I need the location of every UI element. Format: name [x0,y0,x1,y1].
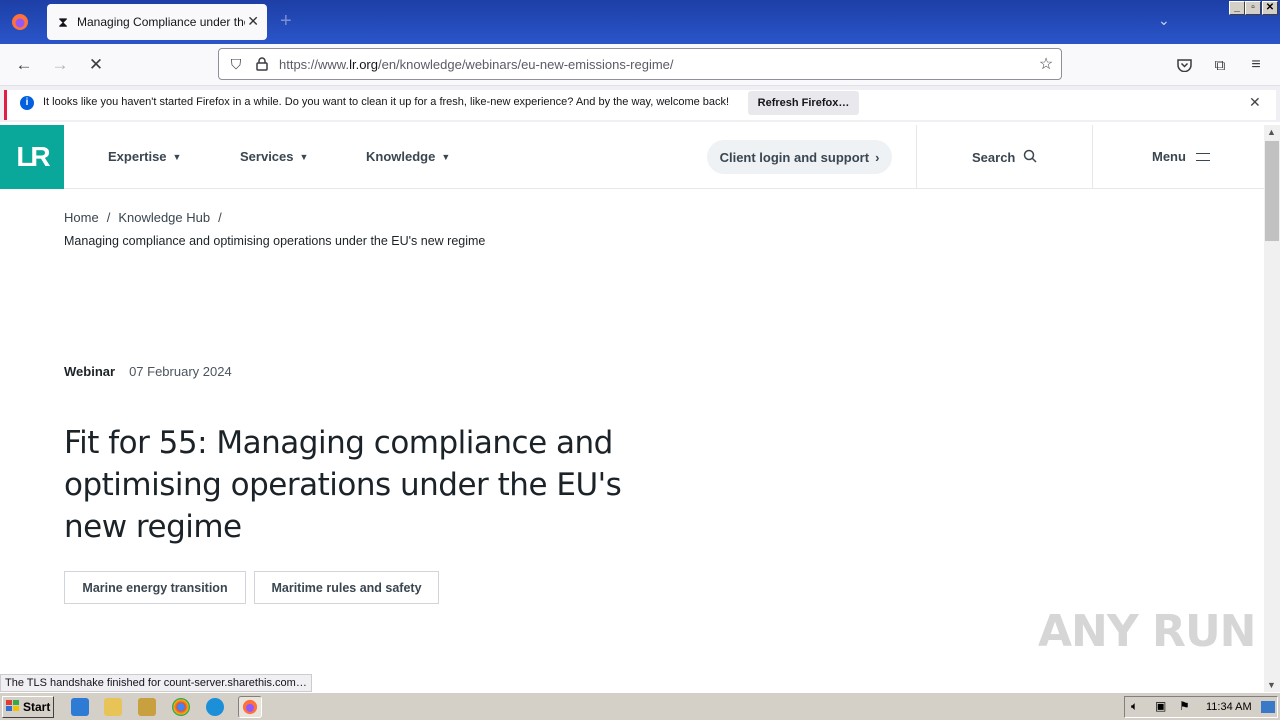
firefox-taskbar-button[interactable] [238,696,262,718]
info-icon: i [20,96,34,110]
minimize-button[interactable]: _ [1229,1,1245,15]
breadcrumb: Home / Knowledge Hub / [64,210,230,225]
nav-services[interactable]: Services ▼ [240,149,308,164]
search-button[interactable]: Search [972,149,1037,166]
media-player-icon[interactable] [138,698,156,716]
volume-icon[interactable]: 🔈︎ [1131,699,1138,714]
url-text: https://www.lr.org/en/knowledge/webinars… [279,57,674,72]
chrome-icon[interactable] [172,698,190,716]
nav-knowledge[interactable]: Knowledge ▼ [366,149,450,164]
breadcrumb-knowledge-hub[interactable]: Knowledge Hub [118,210,210,225]
tag-maritime-rules-and-safety[interactable]: Maritime rules and safety [254,571,439,604]
windows-taskbar: Start 🔈︎ ▣ ⚑ 11:34 AM [0,692,1280,720]
scrollbar-thumb[interactable] [1265,141,1279,241]
search-icon [1023,149,1037,166]
hamburger-icon [1195,152,1210,161]
close-icon[interactable]: ✕ [1249,94,1261,111]
stop-loading-icon[interactable]: ✕ [83,52,109,78]
breadcrumb-separator: / [106,210,111,225]
network-icon[interactable]: ▣ [1155,699,1166,713]
clock: 11:34 AM [1206,701,1252,713]
notification-bar: i It looks like you haven't started Fire… [0,86,1280,122]
ie-icon[interactable] [71,698,89,716]
refresh-firefox-button[interactable]: Refresh Firefox… [748,91,859,115]
maximize-button[interactable]: ▫ [1245,1,1261,15]
tag-marine-energy-transition[interactable]: Marine energy transition [64,571,246,604]
browser-navbar: ← → ✕ ⛉ https://www.lr.org/en/knowledge/… [0,44,1280,86]
hourglass-icon: ⧗ [58,13,68,30]
tab-close-icon[interactable]: ✕ [247,13,259,30]
chevron-down-icon: ▼ [172,151,182,162]
url-bar[interactable]: ⛉ https://www.lr.org/en/knowledge/webina… [218,48,1062,80]
notification-text: It looks like you haven't started Firefo… [43,96,730,108]
tab-active[interactable]: ⧗ Managing Compliance under the EU ✕ [47,4,267,40]
firefox-menu-icon[interactable] [6,8,34,36]
forward-arrow-icon[interactable]: → [47,52,73,78]
divider [1092,125,1093,189]
divider [916,125,917,189]
nav-knowledge-label: Knowledge [366,149,436,164]
start-label: Start [23,700,51,714]
start-button[interactable]: Start [2,696,54,718]
system-tray: 🔈︎ ▣ ⚑ [1124,696,1278,718]
site-header: LR Expertise ▼ Services ▼ Knowledge ▼ Cl… [0,125,1264,189]
folder-icon[interactable] [104,698,122,716]
vertical-scrollbar[interactable]: ▲ ▼ [1264,125,1280,692]
breadcrumb-current: Managing compliance and optimising opera… [64,234,486,248]
edge-icon[interactable] [206,698,224,716]
nav-expertise[interactable]: Expertise ▼ [108,149,181,164]
content-type: Webinar [64,364,116,379]
flag-icon[interactable]: ⚑ [1179,699,1190,713]
hamburger-menu-icon[interactable]: ≡ [1243,52,1269,78]
chevron-down-icon: ▼ [441,151,451,162]
shield-icon[interactable]: ⛉ [223,51,249,77]
windows-logo-icon [6,699,20,715]
menu-label: Menu [1152,149,1186,164]
chevron-down-icon[interactable]: ⌄ [1158,12,1170,29]
chevron-right-icon: › [875,149,880,165]
bookmark-star-icon[interactable]: ☆ [1033,51,1059,77]
breadcrumb-separator: / [218,210,222,225]
nav-expertise-label: Expertise [108,149,167,164]
publish-date: 07 February 2024 [129,364,232,379]
scroll-up-arrow-icon[interactable]: ▲ [1267,127,1276,137]
menu-button[interactable]: Menu [1152,149,1210,164]
article-meta: Webinar 07 February 2024 [64,364,232,379]
pocket-icon[interactable] [1171,52,1197,78]
client-login-button[interactable]: Client login and support › [707,140,892,174]
anyrun-watermark: ANY RUN [1038,606,1256,657]
new-tab-icon[interactable]: + [280,10,292,33]
search-label: Search [972,150,1016,165]
browser-tab-strip: ⧗ Managing Compliance under the EU ✕ + ⌄… [0,0,1280,44]
desktop-icon[interactable] [1261,701,1275,713]
client-login-label: Client login and support [719,149,870,165]
lr-logo[interactable]: LR [0,125,64,189]
breadcrumb-home[interactable]: Home [64,210,99,225]
tab-title: Managing Compliance under the EU [77,15,245,29]
close-window-button[interactable]: ✕ [1262,1,1278,15]
status-text: The TLS handshake finished for count-ser… [0,674,312,692]
chevron-down-icon: ▼ [299,151,309,162]
extensions-icon[interactable]: ⧉ [1207,52,1233,78]
page-title: Fit for 55: Managing compliance and opti… [64,425,622,545]
back-arrow-icon[interactable]: ← [11,52,37,78]
nav-services-label: Services [240,149,294,164]
lock-icon[interactable] [249,51,275,77]
scroll-down-arrow-icon[interactable]: ▼ [1267,680,1276,690]
